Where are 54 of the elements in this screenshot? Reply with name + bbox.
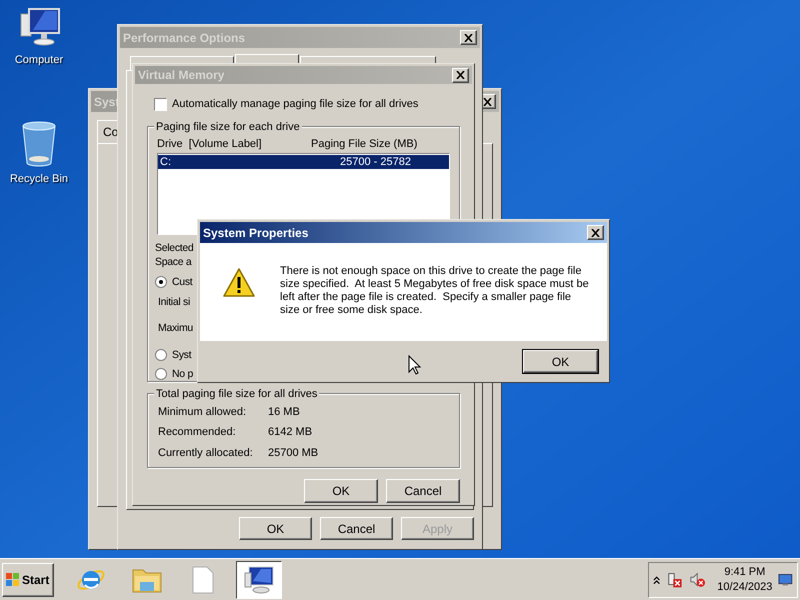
close-button[interactable] <box>452 68 469 82</box>
radio-button[interactable] <box>155 368 167 380</box>
desktop-icon-label[interactable]: Recycle Bin <box>10 170 68 187</box>
radio-button[interactable] <box>155 276 167 288</box>
dialog-button[interactable]: OK <box>304 479 378 503</box>
checkbox-label: Automatically manage paging file size for all drives <box>172 97 418 112</box>
field-label: Selected <box>155 241 194 255</box>
drive-row[interactable]: C: 25700 - 25782 <box>158 155 449 169</box>
close-button[interactable] <box>587 225 604 240</box>
total-value: 25700 MB <box>268 446 318 460</box>
network-error-icon[interactable] <box>666 570 683 588</box>
dialog-button[interactable]: Cancel <box>320 517 393 540</box>
show-desktop-icon[interactable] <box>778 572 794 586</box>
dialog-button[interactable]: OK <box>239 517 312 540</box>
computer-icon <box>243 564 275 594</box>
warning-icon <box>222 267 256 299</box>
window-title: Virtual Memory <box>138 67 224 84</box>
drive-name: C: <box>160 154 172 170</box>
close-button[interactable] <box>460 30 477 45</box>
total-value: 16 MB <box>268 404 300 420</box>
alert-message: There is not enough space on this drive to create the page file size specified. At least 5 Megabytes of free disk space must be left after the page file is created. Specify a smaller page file size or free some disk space. <box>280 265 590 318</box>
total-value: 6142 MB <box>268 425 312 440</box>
recycle-bin-icon <box>22 120 56 166</box>
close-icon <box>456 71 465 79</box>
start-button[interactable]: Start <box>2 562 54 596</box>
column-header: Drive [Volume Label] <box>157 136 263 152</box>
windows-logo-icon <box>6 572 20 586</box>
chevron-up-icon[interactable] <box>653 574 660 584</box>
clock-date[interactable]: 10/24/2023 <box>717 580 772 594</box>
speaker-muted-icon[interactable] <box>688 570 706 588</box>
document-icon <box>191 566 215 594</box>
radio-label: Cust <box>172 275 192 289</box>
field-label: Maximu <box>158 321 193 335</box>
mouse-pointer-icon <box>408 355 421 375</box>
ok-button[interactable]: OK <box>523 350 598 373</box>
close-icon <box>591 228 600 236</box>
drive-size: 25700 - 25782 <box>340 154 411 170</box>
total-label: Currently allocated: <box>158 446 254 460</box>
clock-time[interactable]: 9:41 PM <box>724 564 766 580</box>
taskbar-app-button[interactable] <box>236 560 282 598</box>
radio-button[interactable] <box>155 349 167 361</box>
total-label: Minimum allowed: <box>158 404 248 420</box>
column-header: Paging File Size (MB) <box>311 136 418 152</box>
close-icon <box>464 34 473 42</box>
close-icon <box>483 98 492 106</box>
field-label: Space a <box>155 255 192 269</box>
checkbox[interactable] <box>154 98 167 111</box>
desktop-icon-label[interactable]: Computer <box>14 52 64 68</box>
total-label: Recommended: <box>158 425 237 440</box>
field-label: Initial si <box>158 295 190 309</box>
window-title: System Properties <box>203 224 308 242</box>
dialog-button[interactable]: Cancel <box>386 479 460 503</box>
radio-label: No p <box>172 367 193 381</box>
radio-label: Syst <box>172 348 192 362</box>
